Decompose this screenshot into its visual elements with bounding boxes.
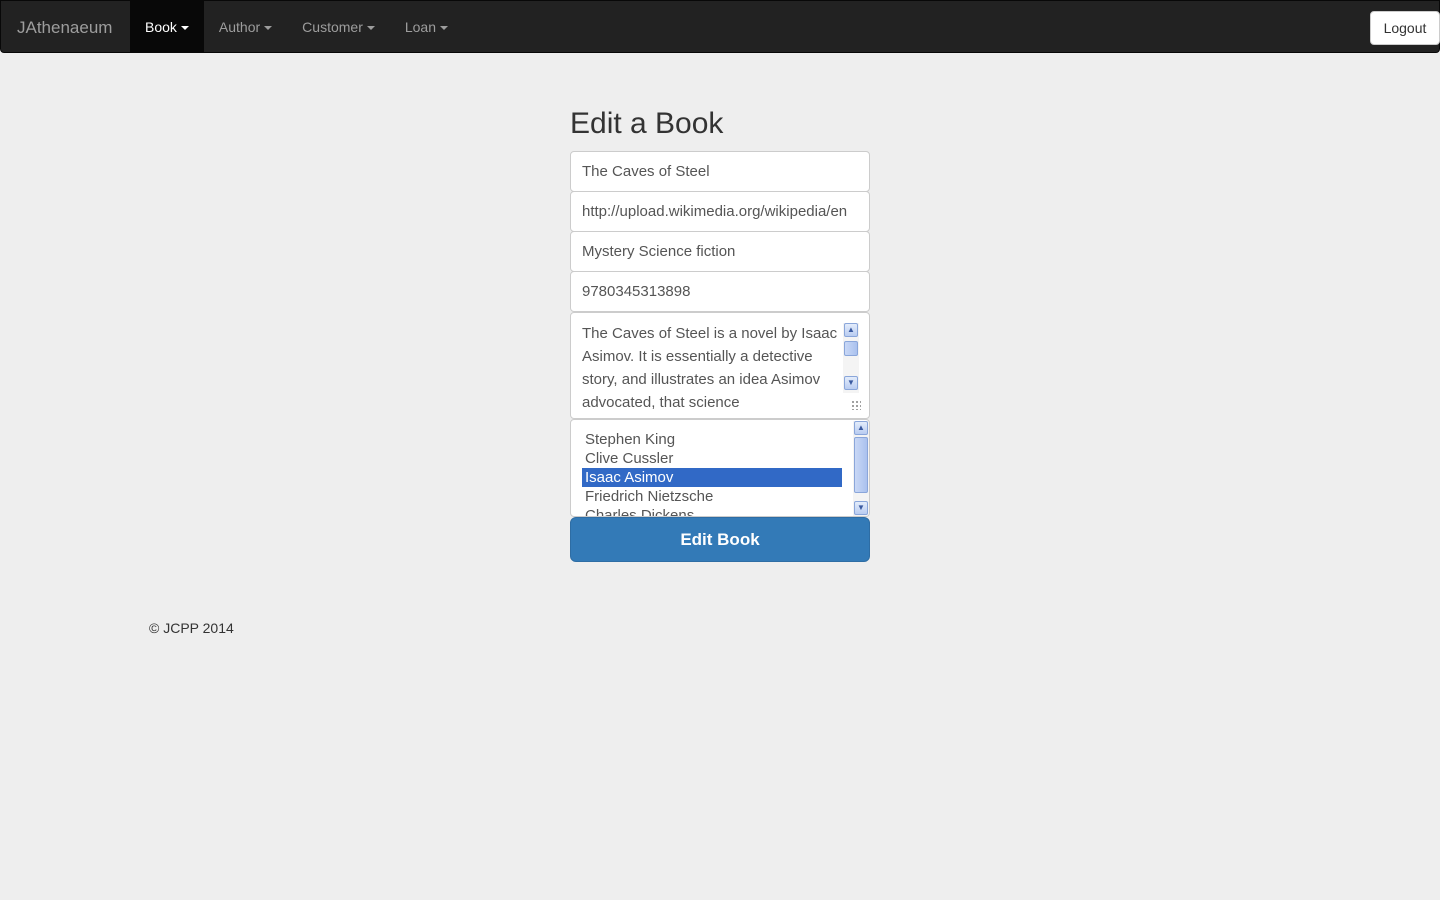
book-title-input[interactable]: The Caves of Steel bbox=[570, 151, 870, 192]
isbn-input[interactable]: 9780345313898 bbox=[570, 271, 870, 312]
nav-item-author-label: Author bbox=[218, 19, 261, 35]
nav-item-customer-label: Customer bbox=[302, 19, 363, 35]
edit-book-button[interactable]: Edit Book bbox=[570, 517, 870, 562]
brand-link[interactable]: JAthenaeum bbox=[17, 1, 112, 53]
scroll-down-icon[interactable]: ▼ bbox=[854, 501, 868, 515]
author-option-selected[interactable]: Isaac Asimov bbox=[582, 468, 842, 487]
page-title: Edit a Book bbox=[570, 107, 724, 140]
scroll-thumb[interactable] bbox=[854, 437, 868, 493]
nav-item-book[interactable]: Book bbox=[130, 1, 204, 53]
description-text: The Caves of Steel is a novel by Isaac A… bbox=[582, 325, 838, 411]
description-scrollbar[interactable]: ▲ ▼ bbox=[843, 323, 859, 393]
genre-input[interactable]: Mystery Science fiction bbox=[570, 231, 870, 272]
caret-down-icon bbox=[440, 26, 449, 31]
scroll-up-icon[interactable]: ▲ bbox=[844, 323, 858, 337]
logout-button[interactable]: Logout bbox=[1370, 11, 1440, 45]
resize-grip-icon[interactable] bbox=[851, 400, 861, 410]
scroll-up-icon[interactable]: ▲ bbox=[854, 421, 868, 435]
description-textarea[interactable]: The Caves of Steel is a novel by Isaac A… bbox=[570, 312, 870, 419]
author-select[interactable]: Stephen King Clive Cussler Isaac Asimov … bbox=[570, 419, 870, 517]
nav-item-book-label: Book bbox=[145, 19, 177, 35]
nav-item-loan[interactable]: Loan bbox=[390, 1, 463, 53]
nav-item-author[interactable]: Author bbox=[204, 1, 287, 53]
caret-down-icon bbox=[366, 26, 375, 31]
nav-item-loan-label: Loan bbox=[404, 19, 437, 35]
scroll-down-icon[interactable]: ▼ bbox=[844, 376, 858, 390]
main-nav: Book Author Customer Loan bbox=[130, 1, 463, 53]
image-url-input[interactable]: http://upload.wikimedia.org/wikipedia/en bbox=[570, 191, 870, 232]
scroll-thumb[interactable] bbox=[844, 341, 858, 356]
author-option[interactable]: Stephen King bbox=[582, 430, 842, 449]
author-scrollbar[interactable]: ▲ ▼ bbox=[853, 421, 869, 516]
nav-item-customer[interactable]: Customer bbox=[287, 1, 390, 53]
footer-copyright: © JCPP 2014 bbox=[149, 620, 234, 636]
top-navbar: JAthenaeum Book Author Customer Loan Log… bbox=[0, 0, 1440, 53]
author-option[interactable]: Clive Cussler bbox=[582, 449, 842, 468]
caret-down-icon bbox=[180, 26, 189, 31]
author-option[interactable]: Charles Dickens bbox=[582, 506, 842, 516]
caret-down-icon bbox=[264, 26, 273, 31]
author-option[interactable]: Friedrich Nietzsche bbox=[582, 487, 842, 506]
